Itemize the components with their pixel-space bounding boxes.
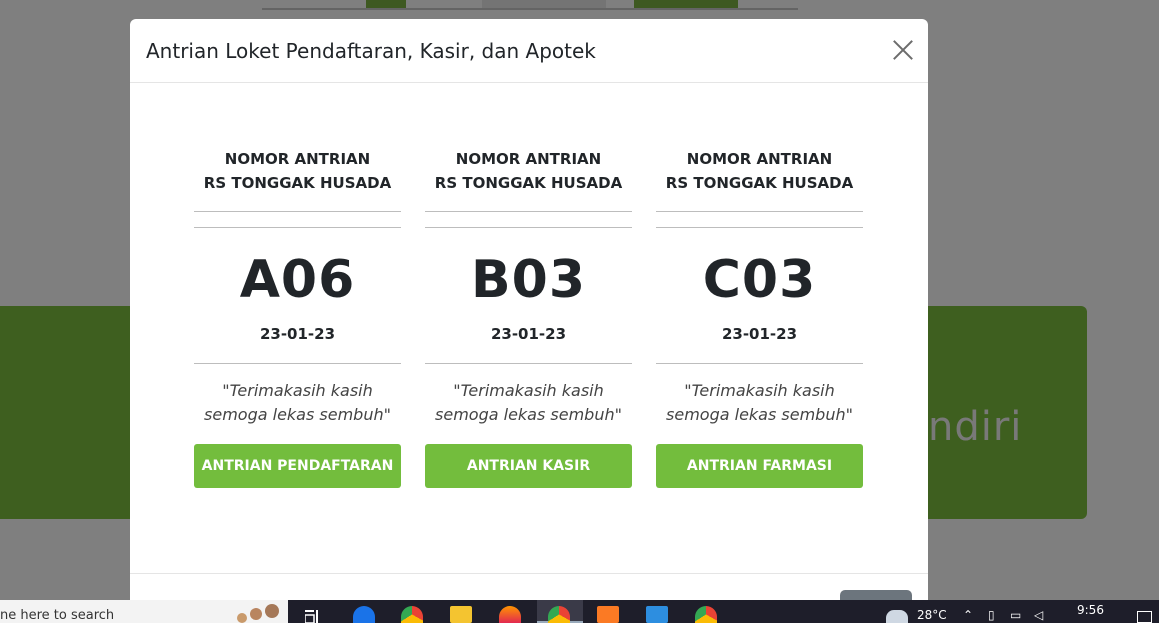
search-highlight-icon [237, 604, 279, 623]
message-line1: "Terimakasih kasih [684, 381, 835, 400]
search-app-icon[interactable] [353, 606, 375, 623]
network-icon[interactable]: ▭ [1010, 608, 1021, 622]
divider [425, 211, 632, 228]
queue-cards: NOMOR ANTRIAN RS TONGGAK HUSADA A06 23-0… [194, 147, 863, 488]
message-line1: "Terimakasih kasih [222, 381, 373, 400]
thank-you-message: "Terimakasih kasih semoga lekas sembuh" [656, 379, 863, 427]
queue-date: 23-01-23 [259, 325, 336, 343]
xampp-icon[interactable] [597, 606, 619, 623]
card-heading-line1: NOMOR ANTRIAN [224, 150, 371, 168]
modal-title: Antrian Loket Pendaftaran, Kasir, dan Ap… [146, 38, 596, 63]
cashier-queue-button[interactable]: ANTRIAN KASIR [425, 444, 632, 488]
firefox-icon[interactable] [499, 606, 521, 623]
queue-card-pharmacy: NOMOR ANTRIAN RS TONGGAK HUSADA C03 23-0… [656, 147, 863, 488]
file-explorer-icon[interactable] [450, 606, 472, 623]
queue-number: A06 [239, 250, 356, 310]
divider [194, 363, 401, 364]
windows-taskbar: ne here to search 28°C ⌃ ▯ ▭ ◁ 9:56 [0, 600, 1159, 623]
queue-card-cashier: NOMOR ANTRIAN RS TONGGAK HUSADA B03 23-0… [425, 147, 632, 488]
thank-you-message: "Terimakasih kasih semoga lekas sembuh" [194, 379, 401, 427]
chrome-alt-icon[interactable] [695, 606, 717, 623]
message-line1: "Terimakasih kasih [453, 381, 604, 400]
divider [425, 363, 632, 364]
notification-icon[interactable] [1137, 611, 1152, 623]
pharmacy-queue-button[interactable]: ANTRIAN FARMASI [656, 444, 863, 488]
queue-date: 23-01-23 [721, 325, 798, 343]
queue-date: 23-01-23 [490, 325, 567, 343]
taskbar-search-placeholder: ne here to search [0, 608, 115, 623]
queue-number: B03 [471, 250, 586, 310]
modal-header: Antrian Loket Pendaftaran, Kasir, dan Ap… [130, 19, 928, 83]
card-heading-line2: RS TONGGAK HUSADA [203, 174, 392, 192]
vscode-icon[interactable] [646, 606, 668, 623]
registration-queue-button[interactable]: ANTRIAN PENDAFTARAN [194, 444, 401, 488]
chrome-active-icon[interactable] [548, 606, 570, 623]
chrome-icon[interactable] [401, 606, 423, 623]
volume-icon[interactable]: ◁ [1034, 608, 1043, 622]
card-heading-line1: NOMOR ANTRIAN [455, 150, 602, 168]
task-view-icon[interactable] [305, 610, 319, 623]
queue-card-registration: NOMOR ANTRIAN RS TONGGAK HUSADA A06 23-0… [194, 147, 401, 488]
close-icon[interactable] [892, 39, 914, 61]
queue-number: C03 [702, 250, 817, 310]
thank-you-message: "Terimakasih kasih semoga lekas sembuh" [425, 379, 632, 427]
message-line2: semoga lekas sembuh" [204, 405, 391, 424]
card-heading-line2: RS TONGGAK HUSADA [434, 174, 623, 192]
weather-cloud-icon[interactable] [886, 610, 908, 623]
divider [656, 363, 863, 364]
queue-modal: Antrian Loket Pendaftaran, Kasir, dan Ap… [130, 19, 928, 623]
taskbar-clock[interactable]: 9:56 [1077, 603, 1104, 617]
message-line2: semoga lekas sembuh" [435, 405, 622, 424]
card-heading-line2: RS TONGGAK HUSADA [665, 174, 854, 192]
card-heading-line1: NOMOR ANTRIAN [686, 150, 833, 168]
divider [656, 211, 863, 228]
taskbar-search-box[interactable]: ne here to search [0, 600, 288, 623]
battery-icon[interactable]: ▯ [988, 608, 995, 622]
divider [194, 211, 401, 228]
weather-temperature[interactable]: 28°C [917, 608, 947, 622]
card-heading: NOMOR ANTRIAN RS TONGGAK HUSADA [656, 147, 863, 211]
card-heading: NOMOR ANTRIAN RS TONGGAK HUSADA [194, 147, 401, 211]
message-line2: semoga lekas sembuh" [666, 405, 853, 424]
chevron-up-icon[interactable]: ⌃ [963, 608, 973, 622]
card-heading: NOMOR ANTRIAN RS TONGGAK HUSADA [425, 147, 632, 211]
